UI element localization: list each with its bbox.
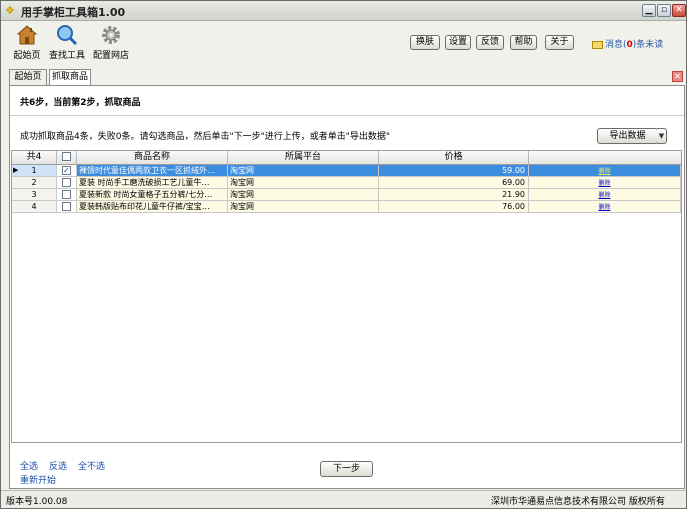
row-index: ▶ 1 bbox=[12, 165, 57, 177]
delete-link-cell: 删除 bbox=[529, 201, 681, 213]
row-checkbox-cell[interactable] bbox=[57, 189, 77, 201]
checkbox-icon[interactable] bbox=[62, 152, 71, 161]
skin-button[interactable]: 换肤 bbox=[410, 35, 440, 50]
chevron-down-icon[interactable]: ▼ bbox=[657, 128, 667, 144]
minimize-button[interactable]: ▁ bbox=[642, 4, 656, 17]
status-bar: 版本号1.00.08 深圳市华通易点信息技术有限公司 版权所有 bbox=[1, 490, 686, 508]
delete-link-cell: 删除 bbox=[529, 165, 681, 177]
product-name[interactable]: 夏装新款 时尚女童格子五分裤/七分… bbox=[77, 189, 228, 201]
product-platform[interactable]: 淘宝网 bbox=[228, 201, 379, 213]
product-price[interactable]: 59.00 bbox=[379, 165, 529, 177]
product-platform[interactable]: 淘宝网 bbox=[228, 177, 379, 189]
message-link[interactable]: 消息(0)条未读 bbox=[592, 37, 663, 50]
export-data-button[interactable]: 导出数据 bbox=[597, 128, 658, 144]
magnifier-icon bbox=[57, 25, 78, 46]
tab-grab-products[interactable]: 抓取商品 bbox=[49, 69, 91, 86]
row-index: 4 bbox=[12, 201, 57, 213]
table-row[interactable]: 4 夏装韩版贴布印花儿童牛仔裤/宝宝… 淘宝网 76.00 删除 bbox=[12, 201, 681, 213]
feedback-button[interactable]: 反馈 bbox=[476, 35, 504, 50]
delete-link-cell: 删除 bbox=[529, 189, 681, 201]
delete-link[interactable]: 删除 bbox=[598, 168, 610, 175]
restart-link[interactable]: 重新开始 bbox=[20, 473, 56, 486]
product-platform[interactable]: 淘宝网 bbox=[228, 165, 379, 177]
grid-header: 共4 商品名称 所属平台 价格 bbox=[12, 151, 681, 165]
message-prefix: 消息( bbox=[605, 40, 627, 50]
row-checkbox-cell[interactable]: ✓ bbox=[57, 165, 77, 177]
settings-button[interactable]: 设置 bbox=[445, 35, 471, 50]
toolbar: 起始页 查找工具 配置网店 换肤 设置 反馈 帮助 关于 消息(0)条未读 bbox=[1, 21, 686, 65]
app-logo-icon: ❖ bbox=[5, 4, 15, 17]
checkbox-icon[interactable] bbox=[62, 178, 71, 187]
delete-link[interactable]: 删除 bbox=[598, 192, 610, 199]
row-index: 3 bbox=[12, 189, 57, 201]
find-tool-button[interactable]: 查找工具 bbox=[45, 24, 89, 64]
message-suffix: )条未读 bbox=[632, 40, 664, 50]
table-row[interactable]: 2 夏装 时尚手工磨洗破损工艺儿童牛… 淘宝网 69.00 删除 bbox=[12, 177, 681, 189]
window-title: 用手掌柜工具箱1.00 bbox=[21, 6, 126, 19]
gear-icon bbox=[102, 26, 120, 44]
row-pointer-icon: ▶ bbox=[13, 166, 19, 174]
product-name[interactable]: 裸馈时代童佳偶两款卫衣一区抓绒外… bbox=[77, 165, 228, 177]
step-indicator: 共6步，当前第2步，抓取商品 bbox=[20, 98, 141, 108]
copyright-label: 深圳市华通易点信息技术有限公司 版权所有 bbox=[491, 497, 665, 507]
select-none-link[interactable]: 全不选 bbox=[78, 459, 105, 472]
config-store-label: 配置网店 bbox=[92, 51, 129, 61]
row-checkbox-cell[interactable] bbox=[57, 177, 77, 189]
header-count: 共4 bbox=[12, 151, 57, 164]
header-platform[interactable]: 所属平台 bbox=[228, 151, 379, 164]
help-button[interactable]: 帮助 bbox=[510, 35, 537, 50]
header-action bbox=[529, 151, 681, 164]
version-label: 版本号1.00.08 bbox=[6, 497, 68, 507]
app-window: ❖ 用手掌柜工具箱1.00 ▁ ▫ ✕ 起始页 查找工具 配置网店 换肤 设置 … bbox=[0, 0, 687, 509]
delete-link[interactable]: 删除 bbox=[598, 180, 610, 187]
home-tool-button[interactable]: 起始页 bbox=[5, 24, 49, 64]
delete-link-cell: 删除 bbox=[529, 177, 681, 189]
header-select-all[interactable] bbox=[57, 151, 77, 164]
product-price[interactable]: 76.00 bbox=[379, 201, 529, 213]
select-all-link[interactable]: 全选 bbox=[20, 459, 38, 472]
home-tool-label: 起始页 bbox=[13, 51, 41, 61]
find-tool-label: 查找工具 bbox=[48, 51, 85, 61]
checkbox-icon[interactable] bbox=[62, 202, 71, 211]
grab-products-panel: 共6步，当前第2步，抓取商品 成功抓取商品4条，失败0条。请勾选商品，然后单击"… bbox=[9, 85, 685, 489]
row-index: 2 bbox=[12, 177, 57, 189]
config-store-button[interactable]: 配置网店 bbox=[89, 24, 133, 64]
header-price[interactable]: 价格 bbox=[379, 151, 529, 164]
checkbox-icon[interactable]: ✓ bbox=[62, 166, 71, 175]
product-grid: 共4 商品名称 所属平台 价格 ▶ 1 ✓ 裸馈时代童佳偶两款卫衣一区抓绒外… 淘… bbox=[11, 150, 682, 443]
divider bbox=[10, 115, 684, 116]
product-name[interactable]: 夏装 时尚手工磨洗破损工艺儿童牛… bbox=[77, 177, 228, 189]
table-row[interactable]: 3 夏装新款 时尚女童格子五分裤/七分… 淘宝网 21.90 删除 bbox=[12, 189, 681, 201]
table-row[interactable]: ▶ 1 ✓ 裸馈时代童佳偶两款卫衣一区抓绒外… 淘宝网 59.00 删除 bbox=[12, 165, 681, 177]
result-message: 成功抓取商品4条，失败0条。请勾选商品，然后单击"下一步"进行上传，或者单击"导… bbox=[20, 132, 391, 142]
about-button[interactable]: 关于 bbox=[545, 35, 574, 50]
product-platform[interactable]: 淘宝网 bbox=[228, 189, 379, 201]
home-icon bbox=[16, 25, 38, 45]
delete-link[interactable]: 删除 bbox=[598, 204, 610, 211]
invert-selection-link[interactable]: 反选 bbox=[49, 459, 67, 472]
tab-start-page[interactable]: 起始页 bbox=[9, 69, 47, 85]
product-name[interactable]: 夏装韩版贴布印花儿童牛仔裤/宝宝… bbox=[77, 201, 228, 213]
row-checkbox-cell[interactable] bbox=[57, 201, 77, 213]
maximize-button[interactable]: ▫ bbox=[657, 4, 671, 17]
product-price[interactable]: 21.90 bbox=[379, 189, 529, 201]
next-step-button[interactable]: 下一步 bbox=[320, 461, 373, 477]
product-price[interactable]: 69.00 bbox=[379, 177, 529, 189]
header-product-name[interactable]: 商品名称 bbox=[77, 151, 228, 164]
checkbox-icon[interactable] bbox=[62, 190, 71, 199]
title-bar[interactable]: ❖ 用手掌柜工具箱1.00 ▁ ▫ ✕ bbox=[1, 1, 686, 21]
envelope-icon bbox=[592, 40, 603, 49]
close-window-button[interactable]: ✕ bbox=[672, 4, 686, 17]
close-tab-icon[interactable]: ✕ bbox=[672, 71, 683, 82]
